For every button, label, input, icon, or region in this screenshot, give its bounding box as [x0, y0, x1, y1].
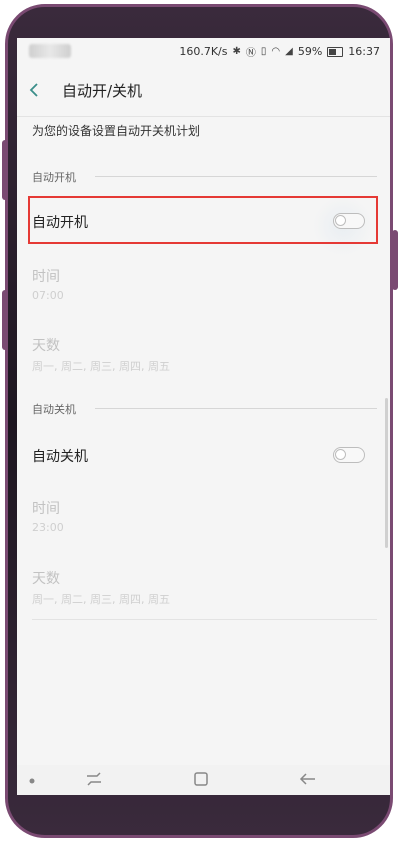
power-off-days-label[interactable]: 天数: [32, 568, 60, 588]
section-power-on: 自动开机: [32, 171, 76, 184]
status-right: 160.7K/s ✱ Ⓝ ▯ ◠ ◢ 59% 16:37: [179, 44, 380, 59]
power-off-label: 自动关机: [32, 449, 88, 465]
scrollbar[interactable]: [385, 398, 388, 548]
screen: 160.7K/s ✱ Ⓝ ▯ ◠ ◢ 59% 16:37 自动开/关机 为您的设…: [17, 38, 390, 795]
power-on-time-label[interactable]: 时间: [32, 266, 60, 286]
back-nav-icon[interactable]: [299, 771, 317, 791]
power-off-days-value: 周一, 周二, 周三, 周四, 周五: [32, 593, 170, 606]
phone-device: 160.7K/s ✱ Ⓝ ▯ ◠ ◢ 59% 16:37 自动开/关机 为您的设…: [0, 0, 400, 842]
back-icon[interactable]: [29, 82, 43, 100]
list-end-divider: [32, 619, 377, 620]
page-description: 为您的设备设置自动开关机计划: [32, 124, 201, 138]
power-off-time-label[interactable]: 时间: [32, 498, 60, 518]
bixby-button: [2, 290, 8, 350]
recent-apps-icon[interactable]: [85, 771, 103, 791]
carrier-blur: [29, 44, 71, 58]
battery-icon: [327, 46, 344, 57]
power-off-time-value: 23:00: [32, 521, 64, 534]
power-on-days-value: 周一, 周二, 周三, 周四, 周五: [32, 360, 170, 373]
section-divider: [95, 408, 377, 409]
toggle-knob: [335, 449, 346, 460]
power-off-toggle[interactable]: [333, 447, 365, 463]
network-speed: 160.7K/s: [179, 45, 228, 58]
navigation-bar: [17, 765, 390, 795]
header-divider: [17, 116, 390, 117]
power-on-time-value: 07:00: [32, 289, 64, 302]
volume-button: [2, 140, 8, 200]
nav-dot-icon: [29, 772, 35, 788]
nfc-icon: Ⓝ: [245, 48, 256, 59]
section-divider: [95, 176, 377, 177]
signal-icon: ◢: [285, 46, 293, 57]
status-bar: 160.7K/s ✱ Ⓝ ▯ ◠ ◢ 59% 16:37: [17, 38, 390, 66]
highlight-box: [28, 196, 378, 244]
power-on-days-label[interactable]: 天数: [32, 335, 60, 355]
page-title: 自动开/关机: [62, 82, 143, 100]
bluetooth-icon: ✱: [232, 46, 241, 57]
vibrate-icon: ▯: [260, 46, 267, 57]
wifi-icon: ◠: [271, 46, 281, 57]
clock: 16:37: [348, 45, 380, 58]
power-button: [392, 230, 398, 290]
app-header: 自动开/关机: [17, 66, 390, 116]
battery-percent: 59%: [297, 45, 323, 58]
home-icon[interactable]: [193, 771, 209, 791]
section-power-off: 自动关机: [32, 403, 76, 416]
